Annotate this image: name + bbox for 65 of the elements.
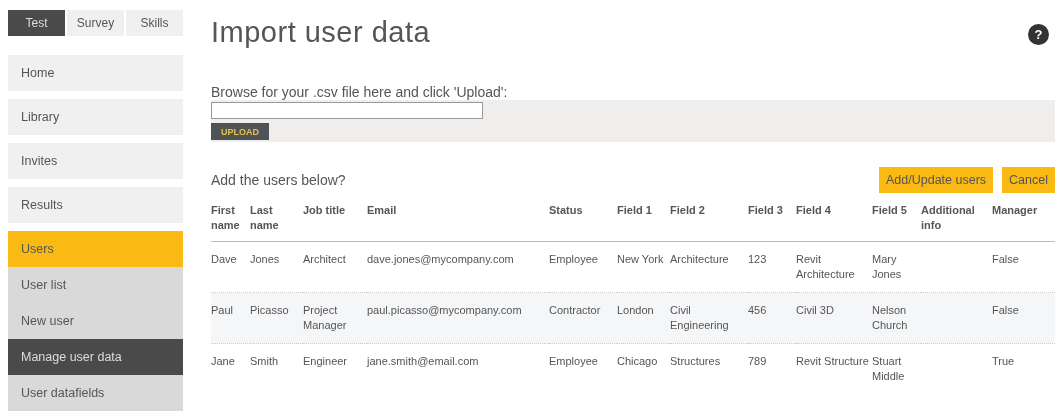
column-header: Status [549,199,617,242]
table-cell: dave.jones@mycompany.com [367,241,549,293]
sidebar-item[interactable]: Invites [8,143,183,179]
sidebar-item[interactable]: Library [8,99,183,135]
column-header: Field 1 [617,199,670,242]
table-cell: Paul [211,292,250,344]
column-header: Additional info [921,199,992,242]
table-cell: Architecture [670,241,748,293]
column-header: Field 4 [796,199,872,242]
table-cell: Employee [549,343,617,394]
table-cell: Jane [211,343,250,394]
help-icon[interactable]: ? [1028,24,1049,45]
table-cell: 789 [748,343,796,394]
table-cell: False [992,241,1055,293]
page-title: Import user data [211,16,431,49]
table-cell: Chicago [617,343,670,394]
sidebar-subitem[interactable]: New user [8,303,183,339]
table-cell: Nelson Church [872,292,921,344]
table-cell: London [617,292,670,344]
sidebar-item[interactable]: Results [8,187,183,223]
table-cell: Contractor [549,292,617,344]
mode-tab[interactable]: Skills [126,10,183,36]
column-header: Field 2 [670,199,748,242]
import-prompt: Add the users below? [211,172,347,188]
table-cell: Revit Architecture [796,241,872,293]
table-cell: New York [617,241,670,293]
table-cell: paul.picasso@mycompany.com [367,292,549,344]
table-cell: Mary Jones [872,241,921,293]
file-field[interactable] [211,102,483,119]
table-cell: True [992,343,1055,394]
table-cell: jane.smith@email.com [367,343,549,394]
table-cell: Dave [211,241,250,293]
column-header: Field 5 [872,199,921,242]
sidebar-subitem[interactable]: User datafields [8,375,183,411]
table-cell: Smith [250,343,303,394]
table-cell: Revit Structure [796,343,872,394]
table-cell: Jones [250,241,303,293]
column-header: Job title [303,199,367,242]
table-cell: Project Manager [303,292,367,344]
table-cell: Civil 3D [796,292,872,344]
table-cell: Architect [303,241,367,293]
table-cell: Picasso [250,292,303,344]
mode-tab[interactable]: Survey [67,10,124,36]
table-cell: Structures [670,343,748,394]
sidebar-item[interactable]: Home [8,55,183,91]
table-cell: Engineer [303,343,367,394]
cancel-button[interactable]: Cancel [1002,167,1055,193]
table-cell: Stuart Middle [872,343,921,394]
column-header: First name [211,199,250,242]
column-header: Field 3 [748,199,796,242]
upload-label: Browse for your .csv file here and click 'Upload': [211,84,509,100]
column-header: Last name [250,199,303,242]
sidebar-subitem[interactable]: Manage user data [8,339,183,375]
add-update-button[interactable]: Add/Update users [879,167,994,193]
upload-button[interactable]: UPLOAD [211,123,269,140]
table-cell: 456 [748,292,796,344]
table-cell: Employee [549,241,617,293]
mode-tab[interactable]: Test [8,10,65,36]
sidebar-item[interactable]: Users [8,231,183,267]
table-cell: Civil Engineering [670,292,748,344]
table-cell: False [992,292,1055,344]
column-header: Manager [992,199,1055,242]
column-header: Email [367,199,549,242]
table-cell: 123 [748,241,796,293]
sidebar-subitem[interactable]: User list [8,267,183,303]
